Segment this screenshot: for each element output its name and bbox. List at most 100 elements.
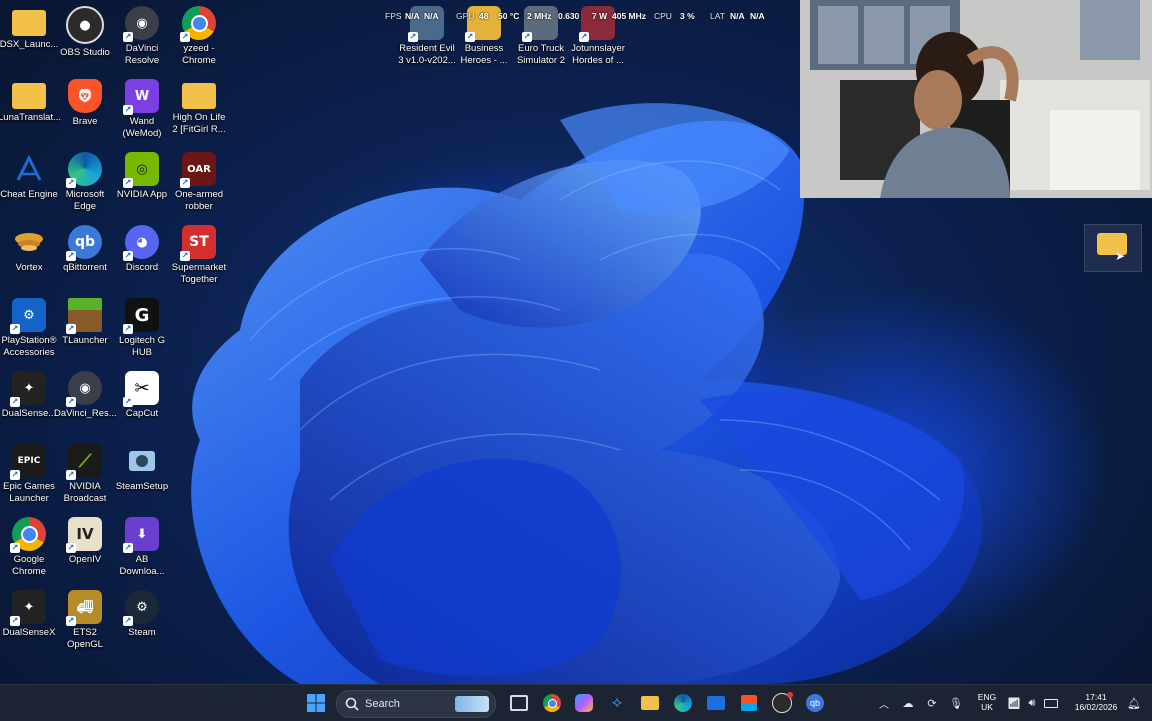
desktop-icon-label: PlayStation® Accessories [1,335,57,358]
microphone-icon: 🎙︎ [949,697,963,710]
desktop-icon-openiv[interactable]: IV ↗ OpenIV [56,517,114,587]
desktop-icon-epic-games-launcher[interactable]: EPIC ↗ Epic Games Launcher [0,444,58,514]
taskbar-mail[interactable] [703,690,729,716]
taskbar-chrome[interactable] [539,690,565,716]
desktop-icon-microsoft-edge[interactable]: ↗ Microsoft Edge [56,152,114,222]
overlay-gpu-volt: 0.630 [558,11,580,21]
search-highlight-icon [455,696,489,712]
taskbar-task-view[interactable] [506,690,532,716]
mail-icon [707,696,725,710]
controller-icon: ✦ ↗ [10,371,46,407]
language-top: ENG [977,692,997,702]
store-icon [741,695,757,711]
tray-microphone[interactable]: 🎙︎ [946,690,966,716]
desktop-icon-label: Euro Truck Simulator 2 [516,43,566,66]
desktop-icon-obs-studio[interactable]: ● OBS Studio [56,6,114,76]
cloud-icon: ☁ [902,697,914,710]
desktop-icon-tlauncher[interactable]: ↗ TLauncher [56,298,114,368]
edge-icon: ↗ [66,152,102,188]
desktop-icon-label: NVIDIA App [116,189,168,200]
desktop-icon-label: Cheat Engine [0,189,58,200]
copilot-icon [575,694,593,712]
overlay-gpu-temp: 48 [479,11,489,21]
taskbar-copilot[interactable] [571,690,597,716]
desktop-icon-steamsetup[interactable]: SteamSetup [113,444,171,514]
desktop-icon-label: DaVinci Resolve [124,43,160,66]
language-bottom: UK [981,702,993,712]
language-indicator[interactable]: ENG UK [975,692,999,712]
desktop-icon-label: NVIDIA Broadcast [63,481,107,504]
notifications-button[interactable]: 🔔︎ [1124,690,1144,716]
tray-wifi[interactable]: 📶︎ [1004,690,1024,716]
start-button[interactable] [303,690,329,716]
desktop-icon-google-chrome[interactable]: ↗ Google Chrome [0,517,58,587]
one-armed-robber-icon: OAR ↗ [180,152,216,188]
ets2-icon: 🚚︎ ↗ [66,590,102,626]
desktop-icon-label: Discord [125,262,159,273]
overlay-fps-value-2: N/A [424,11,439,21]
desktop-icon-label: DualSenseX [2,627,56,638]
taskbar: Search ⟡ qb ︿ ☁ ⟳ 🎙︎ ENG UK 📶︎ 🔊︎ 17:41 … [0,684,1152,721]
desktop-icon-one-armed-robber[interactable]: OAR ↗ One-armed robber [170,152,228,222]
desktop[interactable]: DSX_Launc... LunaTranslat... Cheat Engin… [0,0,1152,684]
desktop-icon-wand[interactable]: W ↗ Wand (WeMod) [113,79,171,149]
taskbar-file-explorer[interactable] [637,690,663,716]
edge-icon [674,694,692,712]
brave-icon: 🦁︎ [68,79,102,113]
openiv-icon: IV ↗ [66,517,102,553]
taskbar-store[interactable] [736,690,762,716]
desktop-icon-ets2-opengl[interactable]: 🚚︎ ↗ ETS2 OpenGL [56,590,114,660]
desktop-icon-high-on-life-2[interactable]: High On Life 2 [FitGirl R... [170,79,228,149]
overlay-lat-label: LAT [710,11,725,21]
epic-games-icon: EPIC ↗ [10,444,46,480]
search-label: Search [365,698,400,710]
desktop-icon-davinci-resolve-2[interactable]: ◉ ↗ DaVinci_Res... [54,371,116,441]
taskbar-search-box[interactable]: Search [336,690,496,718]
desktop-icon-dualsense[interactable]: ✦ ↗ DualSense... [0,371,58,441]
tray-sync[interactable]: ⟳ [922,690,942,716]
ab-download-icon: ⬇ ↗ [123,517,159,553]
desktop-icon-davinci-resolve[interactable]: ◉ ↗ DaVinci Resolve [113,6,171,76]
overlay-gpu-mem: 405 MHz [612,11,647,21]
desktop-icon-vortex[interactable]: Vortex [0,225,58,295]
desktop-icon-discord[interactable]: ◕ ↗ Discord [113,225,171,295]
desktop-icon-label: Jotunnslayer Hordes of ... [571,43,625,66]
desktop-icon-label: High On Life 2 [FitGirl R... [172,112,226,135]
desktop-icon-playstation-accessories[interactable]: ⚙ ↗ PlayStation® Accessories [0,298,58,368]
desktop-icon-supermarket-together[interactable]: ST ↗ Supermarket Together [170,225,228,295]
desktop-icon-logitech-g-hub[interactable]: G ↗ Logitech G HUB [113,298,171,368]
wifi-icon: 📶︎ [1007,697,1021,710]
cheat-engine-icon [12,152,46,186]
chrome-icon: ↗ [10,517,46,553]
desktop-icon-yzeed-chrome[interactable]: ↗ yzeed - Chrome [170,6,228,76]
performance-overlay: FPS N/A N/A GPU 48 50 °C 2 MHz 0.630 7 W… [384,10,768,24]
taskbar-edge[interactable] [670,690,696,716]
desktop-icon-folder-selected[interactable]: ➤ [1084,224,1142,272]
desktop-icon-dsx-launcher[interactable]: DSX_Launc... [0,6,58,76]
desktop-icon-nvidia-app[interactable]: ◎ ↗ NVIDIA App [113,152,171,222]
desktop-icon-capcut[interactable]: ✂ ↗ CapCut [113,371,171,441]
taskbar-app-blue[interactable]: ⟡ [604,690,630,716]
desktop-icon-cheat-engine[interactable]: Cheat Engine [0,152,58,222]
tray-volume[interactable]: 🔊︎ [1022,690,1042,716]
chrome-icon: ↗ [180,6,216,42]
taskbar-obs[interactable] [769,690,795,716]
tray-overflow-button[interactable]: ︿ [874,690,894,716]
mouse-cursor-icon: ➤ [1115,249,1126,263]
folder-icon [12,10,46,36]
desktop-icon-label: CapCut [125,408,159,419]
tray-battery[interactable] [1041,690,1061,716]
desktop-icon-brave[interactable]: 🦁︎ Brave [56,79,114,149]
chevron-up-icon: ︿ [879,699,889,711]
desktop-icon-nvidia-broadcast[interactable]: ⟋ ↗ NVIDIA Broadcast [56,444,114,514]
desktop-icon-qbittorrent[interactable]: qb ↗ qBittorrent [56,225,114,295]
desktop-icon-dualsensex[interactable]: ✦ ↗ DualSenseX [0,590,58,660]
clock[interactable]: 17:41 16/02/2026 [1066,692,1126,712]
desktop-icon-lunatranslator[interactable]: LunaTranslat... [0,79,60,149]
overlay-gpu-temp-unit: 50 °C [498,11,520,21]
desktop-icon-steam[interactable]: ⚙ ↗ Steam [113,590,171,660]
webcam-feed [800,0,1152,198]
taskbar-qbittorrent[interactable]: qb [802,690,828,716]
tray-onedrive[interactable]: ☁ [898,690,918,716]
desktop-icon-ab-download[interactable]: ⬇ ↗ AB Downloa... [113,517,171,587]
